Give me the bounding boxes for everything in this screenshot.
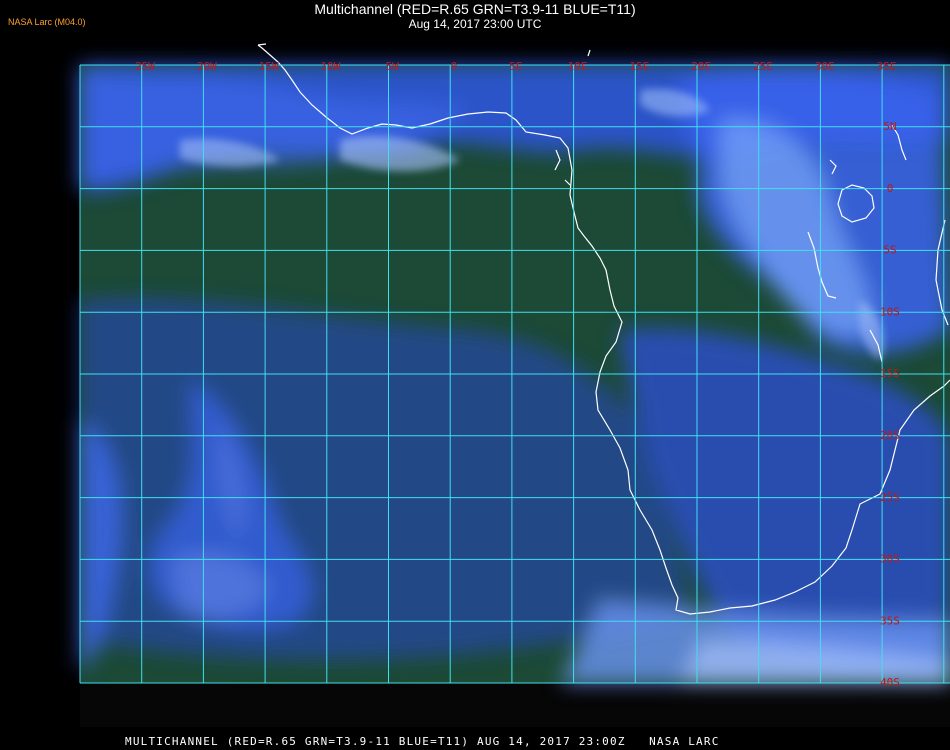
lon-label: 35E: [877, 60, 897, 73]
lon-label: 5W: [386, 60, 400, 73]
lon-label: 15W: [259, 60, 279, 73]
lon-label: 10E: [568, 60, 588, 73]
lat-label: 5N: [883, 120, 896, 133]
lon-label: 0: [451, 60, 458, 73]
lon-label: 15E: [629, 60, 649, 73]
lon-label: 20E: [691, 60, 711, 73]
lat-label: 5S: [883, 244, 896, 257]
lon-label: 30E: [815, 60, 835, 73]
lat-label: 30S: [880, 553, 900, 566]
lon-label: 20W: [197, 60, 217, 73]
lat-label: 25S: [880, 491, 900, 504]
lat-label: 0: [887, 182, 894, 195]
satellite-map[interactable]: 25W 20W 15W 10W 5W 0 5E 10E 15E 20E 25E 30E 35E 5N 0 5…: [0, 0, 950, 750]
lat-label: 15S: [880, 367, 900, 380]
lon-label: 5E: [509, 60, 522, 73]
lat-label: 20S: [880, 429, 900, 442]
footer-caption: MULTICHANNEL (RED=R.65 GRN=T3.9-11 BLUE=…: [125, 735, 720, 748]
image-bottom-strip: [80, 683, 950, 727]
lat-label: 10S: [880, 305, 900, 318]
lon-label: 25E: [753, 60, 773, 73]
lon-label: 10W: [320, 60, 340, 73]
lat-label: 35S: [880, 614, 900, 627]
lon-label: 25W: [135, 60, 155, 73]
lat-label: 40S: [880, 676, 900, 689]
